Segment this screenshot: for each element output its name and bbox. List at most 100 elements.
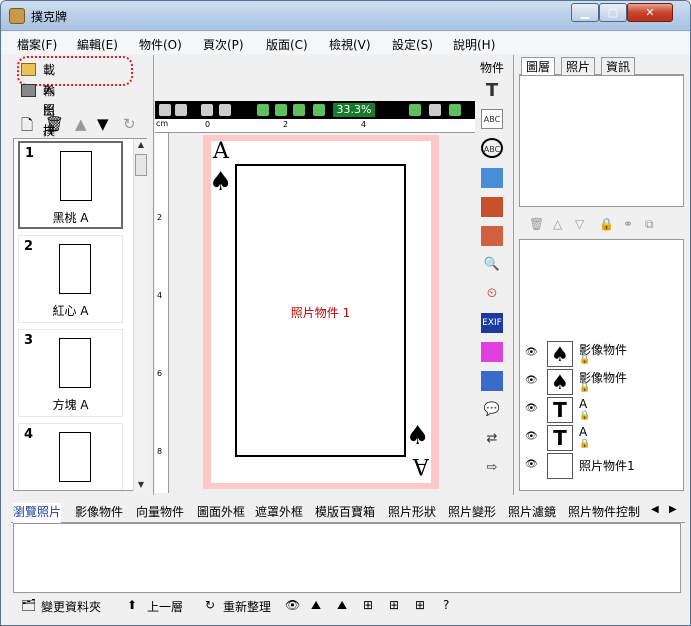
hand-icon[interactable] <box>429 104 441 116</box>
new-page-icon[interactable]: 🗋 <box>21 115 33 140</box>
scroll-down-icon[interactable]: ▼ <box>135 479 147 491</box>
select-icon[interactable] <box>449 104 461 116</box>
up-level-button[interactable]: 上一層 <box>147 598 183 615</box>
tab-scroll-right-icon[interactable]: ▶ <box>669 504 677 515</box>
tab-vector-objects[interactable]: 向量物件 <box>136 503 184 523</box>
photo-object[interactable]: 照片物件 1 <box>235 164 406 457</box>
tab-mask-frame[interactable]: 遮罩外框 <box>255 503 303 523</box>
thumbnail-item[interactable]: 3 方塊 A <box>18 329 123 417</box>
refresh-button[interactable]: 重新整理 <box>223 598 271 615</box>
delete-icon[interactable]: 🗑 <box>45 115 64 133</box>
frame-icon[interactable] <box>481 226 503 246</box>
layer-row[interactable]: 👁 T A 🔒 <box>525 397 675 423</box>
arrow-shape-icon[interactable]: ⇨ <box>481 458 503 478</box>
up-icon[interactable]: △ <box>553 217 562 231</box>
spade-icon[interactable]: ♠ <box>209 167 232 197</box>
close-button[interactable]: ✕ <box>627 3 673 22</box>
thumbnail-item[interactable]: 4 <box>18 423 123 490</box>
tab-layers[interactable]: 圖層 <box>521 57 556 75</box>
tab-info[interactable]: 資訊 <box>601 57 636 75</box>
undo-icon[interactable] <box>159 104 171 116</box>
eye-icon[interactable]: 👁 <box>525 376 539 386</box>
clock-icon[interactable]: ⏲ <box>481 284 503 304</box>
lock-icon[interactable]: 🔒 <box>579 383 590 393</box>
photo-icon[interactable] <box>481 197 503 217</box>
redo-icon[interactable] <box>175 104 187 116</box>
eye-icon[interactable]: 👁 <box>285 598 300 612</box>
scroll-up-icon[interactable]: ▲ <box>135 139 147 151</box>
copy-icon[interactable] <box>201 104 213 116</box>
text-tool-icon[interactable]: T <box>481 81 503 101</box>
lock-icon[interactable]: 🔒 <box>579 439 590 449</box>
tab-template-box[interactable]: 模版百寶箱 <box>315 503 375 523</box>
tab-photo-object-control[interactable]: 照片物件控制 <box>568 503 640 523</box>
spade-icon[interactable]: ♠ <box>406 421 429 451</box>
folder-tree-icon[interactable]: 🗂 <box>21 598 36 612</box>
tab-picture-frame[interactable]: 圖面外框 <box>197 503 245 523</box>
layout-1-icon[interactable]: ⊞ <box>363 598 373 612</box>
photo-browser[interactable] <box>13 523 681 593</box>
pointer-icon[interactable] <box>409 104 421 116</box>
tab-browse-photos[interactable]: 瀏覽照片 <box>13 503 62 523</box>
layout-2-icon[interactable]: ⊞ <box>389 598 399 612</box>
eye-icon[interactable]: 👁 <box>525 348 539 358</box>
layout-3-icon[interactable]: ⊞ <box>415 598 425 612</box>
actual-size-icon[interactable] <box>313 104 325 116</box>
move-down-icon[interactable]: ▼ <box>97 115 109 133</box>
layer-row[interactable]: 👁 ♠ 影像物件 🔒 <box>525 341 675 367</box>
tab-photo[interactable]: 照片 <box>561 57 596 75</box>
link-icon[interactable]: ⚭ <box>623 217 633 231</box>
copy-layer-icon[interactable]: ⧉ <box>645 217 654 232</box>
thumbnail-item[interactable]: 2 紅心 A <box>18 235 123 323</box>
eye-icon[interactable]: 👁 <box>525 432 539 442</box>
calendar-icon[interactable] <box>481 371 503 391</box>
trash-icon[interactable]: 🗑 <box>529 217 544 231</box>
maximize-button[interactable]: ▢ <box>599 3 627 22</box>
cake-icon[interactable] <box>481 342 503 362</box>
down-icon[interactable]: ▽ <box>575 217 584 231</box>
menu-edit[interactable]: 編輯(E) <box>77 36 118 53</box>
layer-row[interactable]: 👁 T A 🔒 <box>525 425 675 451</box>
menu-view[interactable]: 檢視(V) <box>329 36 371 53</box>
layer-row[interactable]: 👁 照片物件1 <box>525 453 675 479</box>
card-letter-top[interactable]: A <box>213 139 229 164</box>
move-up-icon[interactable]: ▲ <box>75 115 87 133</box>
tab-scroll-left-icon[interactable]: ◀ <box>651 504 659 515</box>
menu-page[interactable]: 頁次(P) <box>203 36 244 53</box>
tab-photo-shape[interactable]: 照片形狀 <box>388 503 436 523</box>
lock-icon[interactable]: 🔒 <box>599 217 614 231</box>
paste-icon[interactable] <box>219 104 231 116</box>
refresh-icon[interactable]: ↻ <box>205 598 215 612</box>
lock-icon[interactable]: 🔒 <box>579 411 590 421</box>
zoom-in-icon[interactable] <box>257 104 269 116</box>
scroll-thumb[interactable] <box>135 154 147 176</box>
circle-text-icon[interactable]: ABC <box>481 138 503 158</box>
refresh-icon[interactable]: ↻ <box>123 115 136 133</box>
thumbnail-scrollbar[interactable]: ▲ ▼ <box>133 139 147 491</box>
exif-icon[interactable]: EXIF <box>481 313 503 333</box>
speech-bubble-icon[interactable]: 💬 <box>481 400 503 420</box>
minimize-button[interactable]: ▁ <box>571 3 599 22</box>
thumbnail-item[interactable]: 1 黑桃 A <box>18 141 123 229</box>
magnifier-icon[interactable]: 🔍 <box>481 255 503 275</box>
mountain-icon[interactable]: ⛰ <box>337 598 347 613</box>
menu-settings[interactable]: 設定(S) <box>392 36 433 53</box>
menu-layout[interactable]: 版面(C) <box>266 36 308 53</box>
image-icon[interactable] <box>481 168 503 188</box>
menu-object[interactable]: 物件(O) <box>139 36 182 53</box>
fit-icon[interactable] <box>293 104 305 116</box>
help-icon[interactable]: ? <box>443 598 449 612</box>
menu-file[interactable]: 檔案(F) <box>17 36 57 53</box>
layer-row[interactable]: 👁 ♠ 影像物件 🔒 <box>525 369 675 395</box>
card-letter-bottom[interactable]: A <box>413 453 429 478</box>
change-folder-button[interactable]: 變更資料夾 <box>41 598 101 615</box>
eye-icon[interactable]: 👁 <box>525 404 539 414</box>
menu-help[interactable]: 說明(H) <box>453 36 495 53</box>
tab-photo-transform[interactable]: 照片變形 <box>448 503 496 523</box>
up-level-icon[interactable]: ⬆ <box>127 598 137 612</box>
zoom-out-icon[interactable] <box>275 104 287 116</box>
mountain-icon[interactable]: ⛰ <box>311 598 321 613</box>
art-text-icon[interactable]: ABC <box>481 109 503 129</box>
arrows-icon[interactable]: ⇄ <box>481 429 503 449</box>
eye-icon[interactable]: 👁 <box>525 460 539 470</box>
